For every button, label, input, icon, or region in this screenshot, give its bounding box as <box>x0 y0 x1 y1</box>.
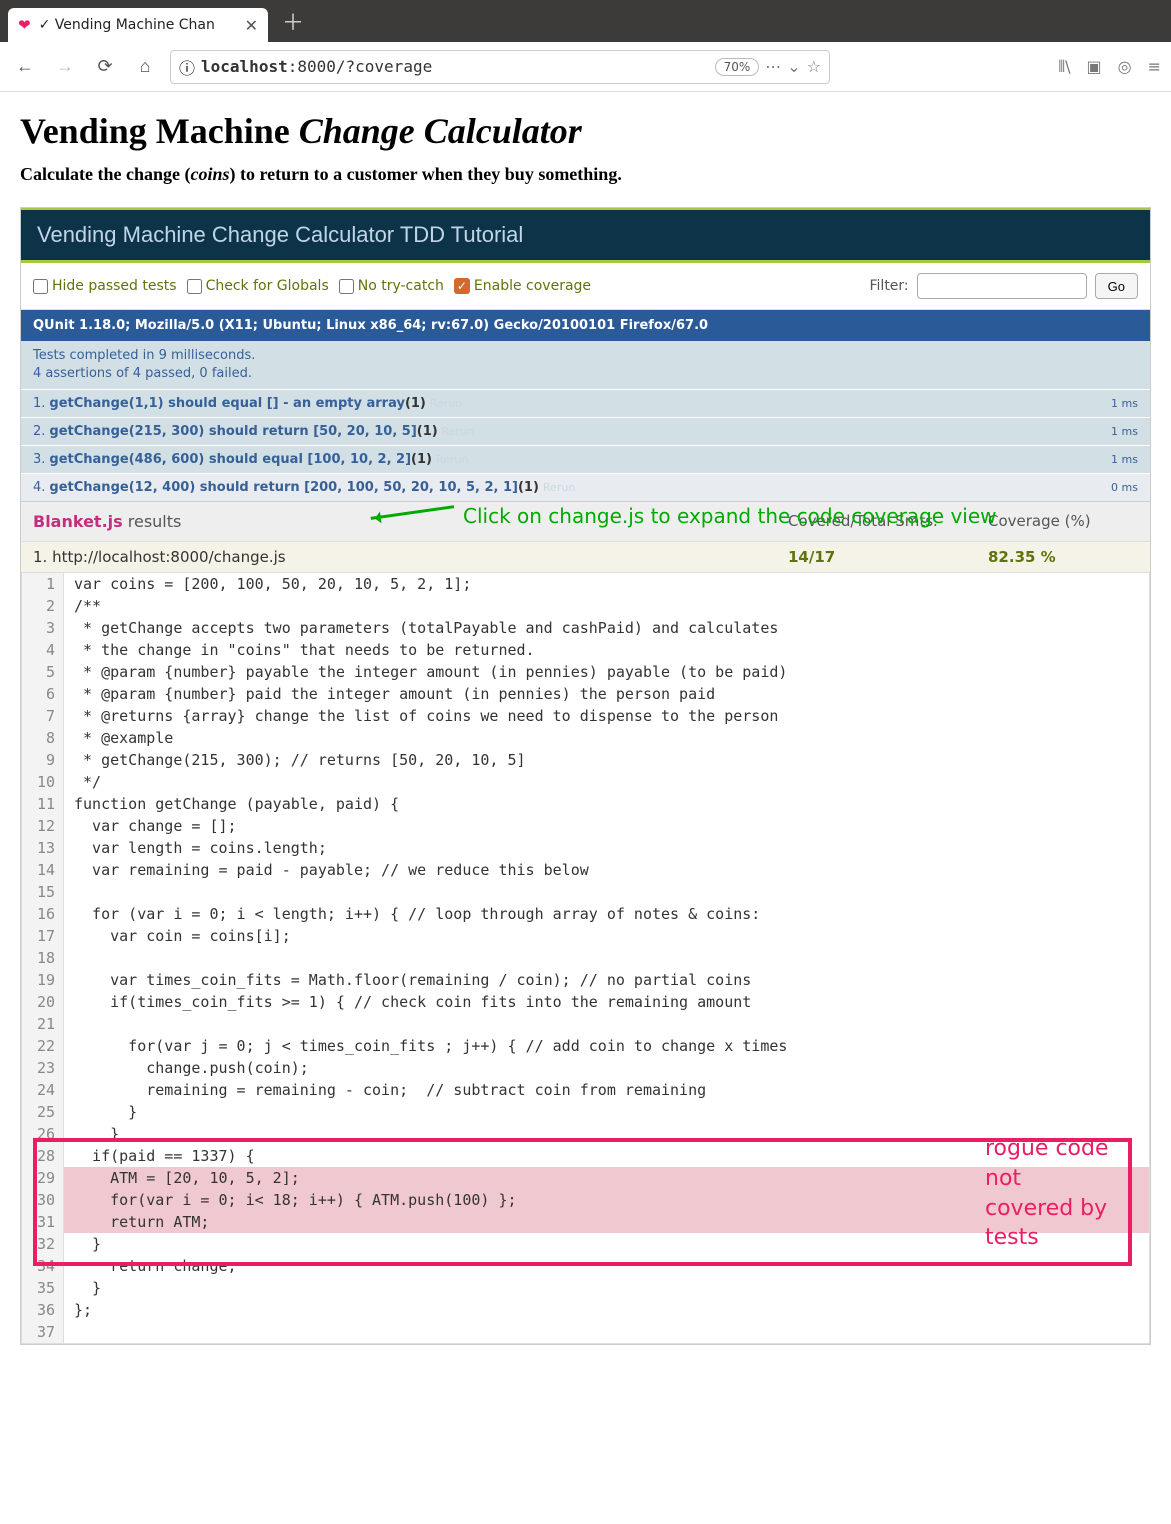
browser-toolbar: ← → ⟳ ⌂ ⓘ localhost:8000/?coverage 70% ⋯… <box>0 42 1171 92</box>
forward-button[interactable]: → <box>50 52 80 82</box>
coverage-pct-header: Coverage (%) <box>988 512 1138 531</box>
arrow-icon <box>371 506 456 530</box>
code-line: 6 * @param {number} paid the integer amo… <box>22 683 1149 705</box>
code-line: 23 change.push(coin); <box>22 1057 1149 1079</box>
tab-title: ✓ Vending Machine Chan <box>39 17 237 33</box>
code-line: 9 * getChange(215, 300); // returns [50,… <box>22 749 1149 771</box>
heart-icon: ❤ <box>18 16 31 34</box>
callout-expand: Click on change.js to expand the code co… <box>371 504 997 528</box>
qunit-toolbar: Hide passed tests Check for Globals No t… <box>21 260 1150 310</box>
test-row[interactable]: 4. getChange(12, 400) should return [200… <box>21 473 1150 501</box>
code-line: 14 var remaining = paid - payable; // we… <box>22 859 1149 881</box>
page-content: Vending Machine Change Calculator Calcul… <box>0 92 1171 1363</box>
url-bar[interactable]: ⓘ localhost:8000/?coverage 70% ⋯ ⌄ ☆ <box>170 50 830 84</box>
zoom-indicator[interactable]: 70% <box>715 58 760 76</box>
page-subtitle: Calculate the change (coins) to return t… <box>20 164 1151 185</box>
code-line: 35 } <box>22 1277 1149 1299</box>
url-text: localhost:8000/?coverage <box>201 57 709 76</box>
sidebar-icon[interactable]: ▣ <box>1087 57 1102 77</box>
code-line: 12 var change = []; <box>22 815 1149 837</box>
test-row[interactable]: 3. getChange(486, 600) should equal [100… <box>21 445 1150 473</box>
coverage-file-row[interactable]: 1. http://localhost:8000/change.js 14/17… <box>21 541 1150 572</box>
code-line: 21 <box>22 1013 1149 1035</box>
code-line: 11function getChange (payable, paid) { <box>22 793 1149 815</box>
qunit-header: Vending Machine Change Calculator TDD Tu… <box>21 208 1150 260</box>
info-icon[interactable]: ⓘ <box>179 55 195 79</box>
code-line: 1var coins = [200, 100, 50, 20, 10, 5, 2… <box>22 573 1149 595</box>
more-icon[interactable]: ⋯ <box>765 57 781 76</box>
check-globals-checkbox[interactable]: Check for Globals <box>187 278 329 294</box>
code-line: 20 if(times_coin_fits >= 1) { // check c… <box>22 991 1149 1013</box>
no-try-catch-checkbox[interactable]: No try-catch <box>339 278 444 294</box>
code-line: 24 remaining = remaining - coin; // subt… <box>22 1079 1149 1101</box>
browser-tab[interactable]: ❤ ✓ Vending Machine Chan ✕ <box>8 8 268 42</box>
account-icon[interactable]: ◎ <box>1118 57 1132 77</box>
back-button[interactable]: ← <box>10 52 40 82</box>
code-line: 18 <box>22 947 1149 969</box>
enable-coverage-checkbox[interactable]: ✓Enable coverage <box>454 278 591 294</box>
test-row[interactable]: 1. getChange(1,1) should equal [] - an e… <box>21 389 1150 417</box>
bookmark-icon[interactable]: ☆ <box>807 57 821 76</box>
code-line: 4 * the change in "coins" that needs to … <box>22 639 1149 661</box>
qunit-user-agent: QUnit 1.18.0; Mozilla/5.0 (X11; Ubuntu; … <box>21 310 1150 341</box>
code-line: 5 * @param {number} payable the integer … <box>22 661 1149 683</box>
code-line: 36}; <box>22 1299 1149 1321</box>
browser-tab-strip: ❤ ✓ Vending Machine Chan ✕ ＋ <box>0 0 1171 42</box>
hide-passed-checkbox[interactable]: Hide passed tests <box>33 278 177 294</box>
code-line: 17 var coin = coins[i]; <box>22 925 1149 947</box>
blanket-name: Blanket.js <box>33 512 123 531</box>
coverage-stats: 14/17 <box>788 548 988 566</box>
page-title: Vending Machine Change Calculator <box>20 110 1151 152</box>
coverage-pct: 82.35 % <box>988 548 1138 566</box>
qunit-stats: Tests completed in 9 milliseconds. 4 ass… <box>21 341 1150 389</box>
pocket-icon[interactable]: ⌄ <box>787 57 800 76</box>
filter-label: Filter: <box>870 278 909 294</box>
code-line: 10 */ <box>22 771 1149 793</box>
code-line: 7 * @returns {array} change the list of … <box>22 705 1149 727</box>
qunit-panel: Vending Machine Change Calculator TDD Tu… <box>20 207 1151 1345</box>
coverage-file-name: http://localhost:8000/change.js <box>52 548 286 566</box>
test-row[interactable]: 2. getChange(215, 300) should return [50… <box>21 417 1150 445</box>
code-line: 8 * @example <box>22 727 1149 749</box>
rogue-highlight-box <box>33 1138 1132 1266</box>
code-line: 25 } <box>22 1101 1149 1123</box>
library-icon[interactable]: ⫴\ <box>1058 57 1070 77</box>
go-button[interactable]: Go <box>1095 273 1138 299</box>
code-line: 3 * getChange accepts two parameters (to… <box>22 617 1149 639</box>
code-line: 22 for(var j = 0; j < times_coin_fits ; … <box>22 1035 1149 1057</box>
code-line: 15 <box>22 881 1149 903</box>
blanket-header: Blanket.js results Covered/Total Smts. C… <box>21 501 1150 541</box>
reload-button[interactable]: ⟳ <box>90 52 120 82</box>
menu-icon[interactable]: ≡ <box>1148 57 1161 77</box>
code-line: 16 for (var i = 0; i < length; i++) { //… <box>22 903 1149 925</box>
filter-input[interactable] <box>917 273 1087 299</box>
code-line: 2/** <box>22 595 1149 617</box>
code-line: 37 <box>22 1321 1149 1343</box>
new-tab-button[interactable]: ＋ <box>268 5 318 37</box>
home-button[interactable]: ⌂ <box>130 52 160 82</box>
rogue-label: rogue code not covered by tests <box>985 1134 1115 1253</box>
close-icon[interactable]: ✕ <box>245 16 258 35</box>
code-line: 19 var times_coin_fits = Math.floor(rema… <box>22 969 1149 991</box>
code-line: 13 var length = coins.length; <box>22 837 1149 859</box>
